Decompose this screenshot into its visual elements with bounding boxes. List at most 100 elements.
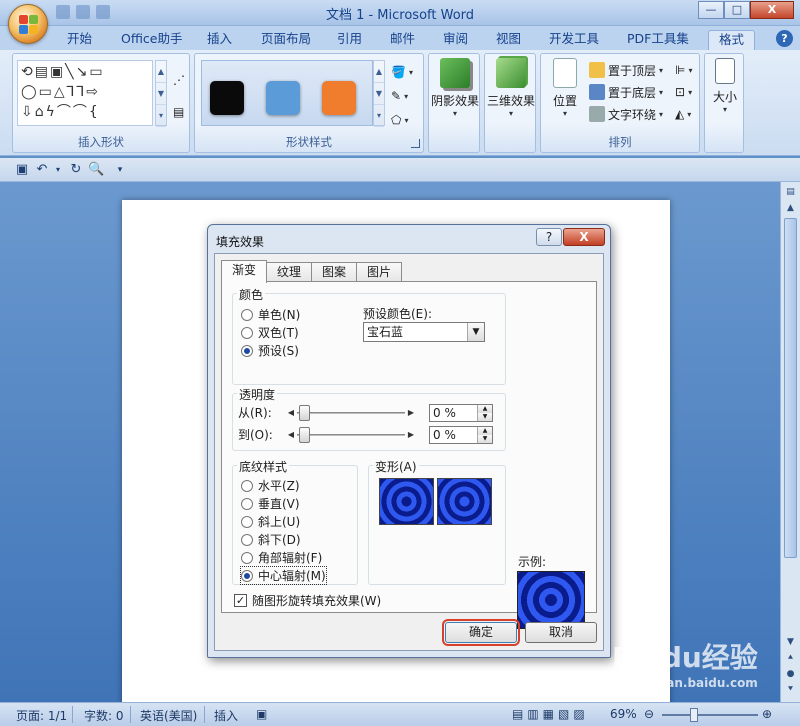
- shapes-gallery[interactable]: ⟲▤▣╲↘▭ ◯▭△⅂⅂⇨ ⇩⌂ϟ⌒⌒{: [17, 60, 153, 126]
- style-swatch-blue[interactable]: [266, 81, 300, 115]
- radio-vertical[interactable]: 垂直(V): [241, 495, 300, 512]
- ruler-toggle-icon[interactable]: ▤: [784, 186, 797, 199]
- scroll-up-icon[interactable]: ▲: [784, 202, 797, 215]
- edit-points-icon[interactable]: ⋰: [173, 70, 185, 90]
- tab-format[interactable]: 格式: [708, 30, 756, 50]
- radio-from-center[interactable]: 中心辐射(M): [240, 566, 327, 585]
- tab-office-assistant[interactable]: Office助手: [121, 30, 183, 50]
- zoom-out-icon[interactable]: ⊖: [644, 707, 654, 721]
- radio-from-corner[interactable]: 角部辐射(F): [241, 549, 322, 566]
- status-insert-mode[interactable]: 插入: [214, 707, 238, 724]
- align-icon[interactable]: ⊫ ▾: [675, 60, 692, 80]
- cancel-button[interactable]: 取消: [525, 622, 597, 643]
- slider-left-icon[interactable]: ◀: [285, 427, 297, 443]
- to-transparency-slider[interactable]: ◀ ▶: [285, 427, 417, 443]
- slider-knob[interactable]: [299, 405, 310, 421]
- tab-view[interactable]: 视图: [496, 30, 521, 50]
- radio-two-colors[interactable]: 双色(T): [241, 324, 299, 341]
- ok-button[interactable]: 确定: [442, 619, 520, 646]
- tab-review[interactable]: 审阅: [443, 30, 468, 50]
- zoom-slider-knob[interactable]: [690, 708, 698, 722]
- from-transparency-slider[interactable]: ◀ ▶: [285, 405, 417, 421]
- dialog-launcher-icon[interactable]: [411, 139, 420, 148]
- radio-circle: [241, 308, 253, 321]
- status-zoom[interactable]: 69%: [610, 707, 637, 721]
- tab-insert[interactable]: 插入: [207, 30, 232, 50]
- tab-page-layout[interactable]: 页面布局: [261, 30, 311, 50]
- office-button[interactable]: [8, 4, 48, 44]
- position-button[interactable]: 位置 ▾: [545, 58, 585, 118]
- wrap-text-button[interactable]: 文字环绕 ▾: [589, 104, 663, 124]
- tab-mailings[interactable]: 邮件: [390, 30, 415, 50]
- radio-diagonal-up[interactable]: 斜上(U): [241, 513, 300, 530]
- next-page-icon[interactable]: ⯆: [784, 684, 797, 697]
- text-box-icon[interactable]: ▤: [173, 102, 184, 122]
- dialog-help-button[interactable]: ?: [536, 228, 562, 246]
- send-to-back-button[interactable]: 置于底层 ▾: [589, 82, 663, 102]
- to-transparency-input[interactable]: 0 % ▲ ▼: [429, 426, 493, 444]
- variant-1-swatch[interactable]: [379, 478, 434, 525]
- zoom-in-icon[interactable]: ⊕: [762, 707, 772, 721]
- tab-pdf-tools[interactable]: PDF工具集: [627, 30, 689, 50]
- radio-preset[interactable]: 预设(S): [241, 342, 299, 359]
- tab-references[interactable]: 引用: [337, 30, 362, 50]
- radio-one-color[interactable]: 单色(N): [241, 306, 300, 323]
- group-icon[interactable]: ⊡ ▾: [675, 82, 692, 102]
- rotate-with-shape-checkbox[interactable]: ✓ 随图形旋转填充效果(W): [234, 592, 381, 609]
- previous-page-icon[interactable]: ⯅: [784, 652, 797, 665]
- arrange-label: 排列: [608, 135, 632, 149]
- change-shape-icon[interactable]: ⬠ ▾: [391, 110, 408, 130]
- tab-home[interactable]: 开始: [67, 30, 92, 50]
- fill-color-icon[interactable]: 🪣 ▾: [391, 62, 413, 82]
- tab-pattern[interactable]: 图案: [311, 262, 358, 282]
- help-icon[interactable]: ?: [776, 30, 793, 47]
- close-button[interactable]: X: [750, 1, 794, 19]
- redo-icon[interactable]: ↻: [68, 162, 84, 178]
- maximize-button[interactable]: □: [724, 1, 750, 19]
- shadow-effects-button[interactable]: 阴影效果 ▾: [429, 58, 481, 118]
- dropdown-arrow-icon[interactable]: ▼: [467, 323, 484, 341]
- undo-icon[interactable]: ↶: [34, 162, 50, 178]
- size-button[interactable]: 大小 ▾: [705, 58, 745, 114]
- vertical-scrollbar[interactable]: ▤ ▲ ▼ ⯅ ● ⯆: [780, 182, 800, 702]
- status-page[interactable]: 页面: 1/1: [16, 707, 67, 724]
- status-language[interactable]: 英语(美国): [140, 707, 197, 724]
- style-swatch-orange[interactable]: [322, 81, 356, 115]
- slider-right-icon[interactable]: ▶: [405, 405, 417, 421]
- shape-styles-gallery[interactable]: [201, 60, 373, 126]
- slider-left-icon[interactable]: ◀: [285, 405, 297, 421]
- spinner-icon[interactable]: ▲ ▼: [477, 427, 492, 443]
- 3d-effects-button[interactable]: 三维效果 ▾: [485, 58, 537, 118]
- macro-record-icon[interactable]: ▣: [256, 707, 267, 721]
- dialog-close-button[interactable]: X: [563, 228, 605, 246]
- tab-texture[interactable]: 纹理: [266, 262, 313, 282]
- save-icon[interactable]: ▣: [14, 162, 30, 178]
- tab-gradient[interactable]: 渐变: [221, 260, 268, 283]
- radio-horizontal[interactable]: 水平(Z): [241, 477, 300, 494]
- print-preview-icon[interactable]: 🔍: [88, 162, 104, 178]
- styles-gallery-scroll[interactable]: ▲ ▼ ▾: [373, 60, 385, 127]
- preset-colors-select[interactable]: 宝石蓝 ▼: [363, 322, 485, 342]
- scroll-thumb[interactable]: [784, 218, 797, 558]
- variant-2-swatch[interactable]: [437, 478, 492, 525]
- zoom-slider[interactable]: [662, 714, 758, 716]
- slider-right-icon[interactable]: ▶: [405, 427, 417, 443]
- line-color-icon[interactable]: ✎ ▾: [391, 86, 408, 106]
- rotate-icon[interactable]: ◭ ▾: [675, 104, 691, 124]
- spinner-icon[interactable]: ▲ ▼: [477, 405, 492, 421]
- slider-knob[interactable]: [299, 427, 310, 443]
- bring-to-front-button[interactable]: 置于顶层 ▾: [589, 60, 663, 80]
- tab-developer[interactable]: 开发工具: [549, 30, 599, 50]
- scroll-down-icon[interactable]: ▼: [784, 636, 797, 649]
- shapes-gallery-scroll[interactable]: ▲ ▼ ▾: [155, 60, 167, 127]
- radio-diagonal-down[interactable]: 斜下(D): [241, 531, 301, 548]
- tab-picture[interactable]: 图片: [356, 262, 403, 282]
- undo-dropdown-icon[interactable]: ▾: [50, 162, 66, 178]
- select-browse-icon[interactable]: ●: [784, 668, 797, 681]
- style-swatch-black[interactable]: [210, 81, 244, 115]
- minimize-button[interactable]: —: [698, 1, 724, 19]
- status-words[interactable]: 字数: 0: [84, 707, 124, 724]
- customize-qat-icon[interactable]: ▾: [112, 162, 128, 178]
- view-buttons-icon[interactable]: ▤▥▦▧▨: [512, 707, 589, 721]
- from-transparency-input[interactable]: 0 % ▲ ▼: [429, 404, 493, 422]
